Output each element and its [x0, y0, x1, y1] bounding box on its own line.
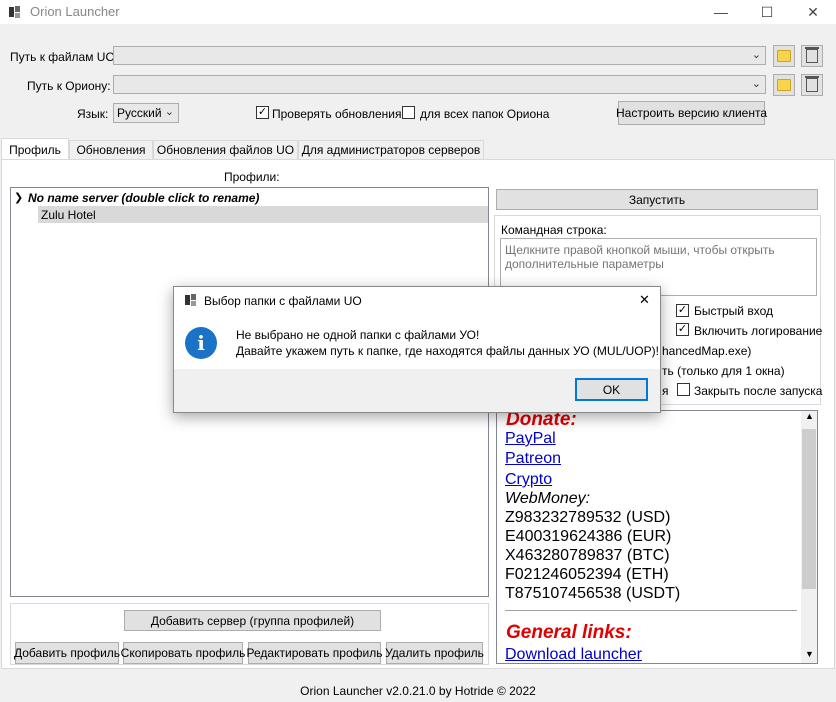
chevron-down-icon[interactable]: ❯ [14, 191, 23, 204]
configure-client-button[interactable]: Настроить версию клиента [616, 101, 767, 125]
chevron-down-icon: ⌄ [751, 78, 761, 90]
footer-text: Orion Launcher v2.0.21.0 by Hotride © 20… [300, 684, 536, 698]
wallet-usdt: T875107456538 (USDT) [505, 585, 681, 602]
donate-divider [505, 610, 797, 611]
minimize-button[interactable]: — [698, 0, 744, 24]
maximize-button[interactable]: ☐ [744, 0, 790, 24]
orion-browse-button[interactable] [773, 74, 795, 96]
window-title: Orion Launcher [30, 4, 120, 19]
dialog-close-button[interactable]: ✕ [639, 292, 650, 308]
trash-icon [805, 47, 819, 63]
profiles-label: Профили: [224, 170, 280, 184]
orion-clear-button[interactable] [801, 74, 823, 96]
patreon-link[interactable]: Patreon [505, 450, 561, 468]
enhanced-map-label: hancedMap.exe) [662, 344, 752, 358]
general-links-title: General links: [506, 622, 632, 643]
all-orion-folders-checkbox[interactable] [402, 106, 415, 119]
copy-profile-button[interactable]: Скопировать профиль [121, 642, 245, 664]
paypal-link[interactable]: PayPal [505, 430, 556, 448]
tree-server-node[interactable]: No name server (double click to rename) [28, 191, 259, 205]
language-select[interactable]: Русский ⌄ [113, 103, 179, 123]
all-orion-folders-label: для всех папок Ориона [420, 107, 550, 121]
app-icon [9, 6, 20, 18]
scroll-down-icon[interactable]: ▼ [805, 649, 814, 659]
logging-label: Включить логирование [694, 324, 823, 338]
tab-uo-file-updates[interactable]: Обновления файлов UO [153, 140, 298, 159]
check-updates-label: Проверять обновления [272, 107, 402, 121]
orion-path-label: Путь к Ориону: [27, 79, 111, 93]
wallet-eth: F021246052394 (ETH) [505, 566, 669, 583]
add-profile-button[interactable]: Добавить профиль [14, 642, 120, 664]
title-bar: Orion Launcher — ☐ ✕ [0, 0, 836, 24]
scroll-up-icon[interactable]: ▲ [805, 411, 814, 421]
info-icon: i [185, 327, 217, 359]
check-updates-checkbox[interactable]: ✓ [256, 106, 269, 119]
tree-profile-label: Zulu Hotel [41, 208, 96, 222]
chevron-down-icon: ⌄ [751, 49, 761, 61]
folder-icon [777, 79, 791, 91]
tab-updates[interactable]: Обновления [69, 140, 153, 159]
tree-profile-row[interactable]: Zulu Hotel [38, 206, 488, 223]
close-after-launch-label: Закрыть после запуска [694, 384, 823, 398]
wallet-eur: E400319624386 (EUR) [505, 528, 672, 545]
one-window-label: ть (только для 1 окна) [662, 364, 785, 378]
launch-button[interactable]: Запустить [496, 189, 818, 210]
delete-profile-button[interactable]: Удалить профиль [385, 642, 484, 664]
close-after-launch-checkbox[interactable] [677, 383, 690, 396]
webmoney-label: WebMoney: [505, 490, 591, 507]
uo-browse-button[interactable] [773, 45, 795, 67]
app-icon [185, 294, 196, 306]
dialog-message-line2: Давайте укажем путь к папке, где находят… [236, 344, 659, 358]
uo-path-combo[interactable]: ⌄ [113, 46, 766, 65]
edit-profile-button[interactable]: Редактировать профиль [247, 642, 382, 664]
logging-checkbox[interactable]: ✓ [676, 323, 689, 336]
chevron-down-icon: ⌄ [164, 106, 174, 118]
uo-path-label: Путь к файлам UO: [10, 50, 119, 64]
download-launcher-link[interactable]: Download launcher [505, 646, 642, 664]
partial-option-label: я [662, 384, 669, 398]
trash-icon [805, 76, 819, 92]
tab-profile[interactable]: Профиль [1, 138, 69, 160]
language-value: Русский [117, 106, 162, 120]
scroll-thumb[interactable] [802, 429, 816, 589]
close-button[interactable]: ✕ [790, 0, 836, 24]
fast-login-label: Быстрый вход [694, 304, 773, 318]
command-line-label: Командная строка: [501, 223, 607, 237]
wallet-usd: Z983232789532 (USD) [505, 509, 671, 526]
tab-server-admins[interactable]: Для администраторов серверов [298, 140, 484, 159]
wallet-btc: X463280789837 (BTC) [505, 547, 670, 564]
donate-box: Donate: PayPal Patreon Crypto WebMoney: … [496, 409, 818, 664]
dialog-ok-button[interactable]: OK [575, 378, 648, 401]
fast-login-checkbox[interactable]: ✓ [676, 304, 689, 317]
orion-path-combo[interactable]: ⌄ [113, 75, 766, 94]
dialog-title: Выбор папки с файлами UO [204, 294, 362, 308]
dialog-message-line1: Не выбрано не одной папки с файлами УО! [236, 328, 480, 342]
uo-clear-button[interactable] [801, 45, 823, 67]
add-server-button[interactable]: Добавить сервер (группа профилей) [124, 610, 381, 631]
folder-icon [777, 50, 791, 62]
crypto-link[interactable]: Crypto [505, 471, 552, 489]
language-label: Язык: [77, 107, 109, 121]
